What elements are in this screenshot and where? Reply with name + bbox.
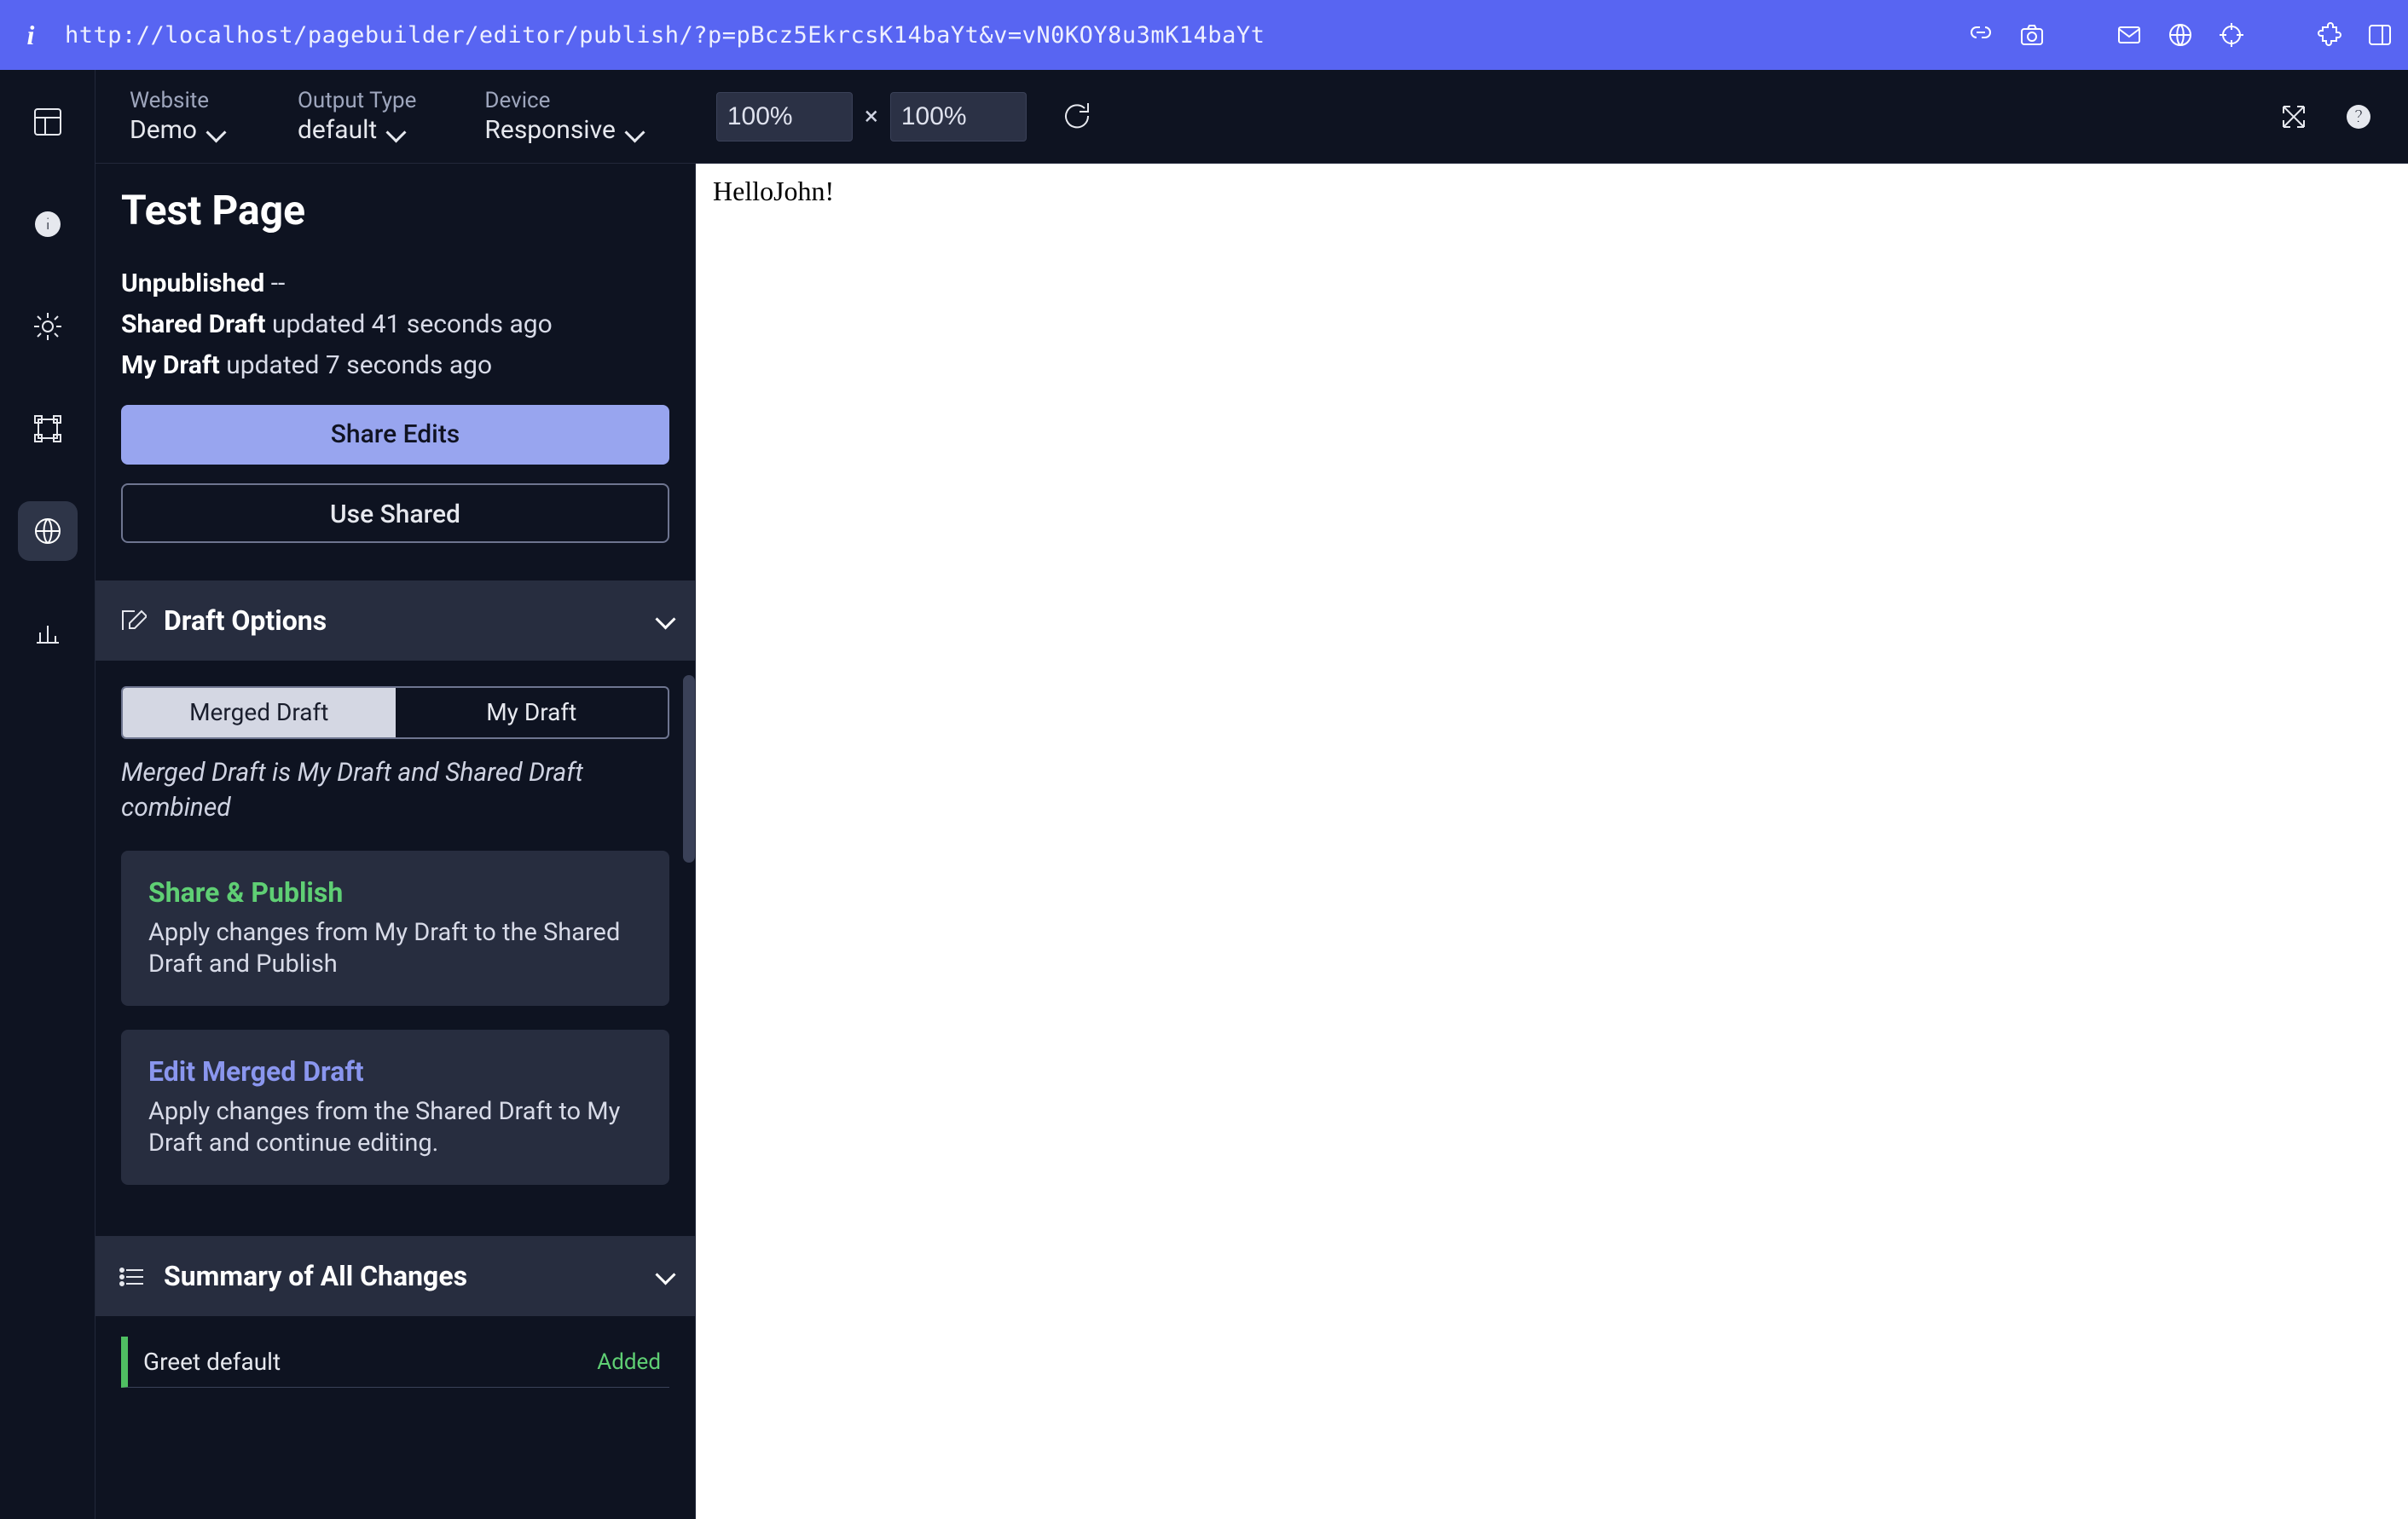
edit-merged-card[interactable]: Edit Merged Draft Apply changes from the… [121, 1030, 669, 1185]
chevron-down-icon [209, 120, 229, 141]
rail-structure-button[interactable] [18, 399, 78, 459]
output-type-dropdown[interactable]: Output Type default [298, 88, 416, 145]
share-publish-card[interactable]: Share & Publish Apply changes from My Dr… [121, 851, 669, 1006]
columns: Test Page Unpublished -- Shared Draft up… [96, 164, 2408, 1519]
page-preview: HelloJohn! [696, 164, 2408, 1519]
viewport-width-input[interactable] [716, 92, 853, 142]
change-label: Greet default [143, 1348, 281, 1376]
share-publish-body: Apply changes from My Draft to the Share… [148, 917, 642, 980]
svg-text:?: ? [2354, 107, 2364, 128]
url-text[interactable]: http://localhost/pagebuilder/editor/publ… [65, 22, 1949, 49]
rail-settings-button[interactable] [18, 297, 78, 356]
viewport-size: × [716, 92, 1091, 142]
chevron-down-icon [628, 120, 648, 141]
bounding-box-icon [30, 411, 66, 447]
mail-icon[interactable] [2115, 20, 2144, 49]
info-icon: i [30, 206, 66, 242]
chevron-down-icon [389, 120, 409, 141]
change-row[interactable]: Greet default Added [121, 1337, 669, 1388]
status-my-draft: My Draft updated 7 seconds ago [121, 345, 669, 386]
sidepanel-scrollbar[interactable] [683, 675, 695, 863]
website-dropdown[interactable]: Website Demo [130, 88, 229, 145]
help-icon[interactable]: ? [2343, 101, 2374, 132]
share-publish-title: Share & Publish [148, 876, 642, 909]
draft-options-section[interactable]: Draft Options [96, 580, 695, 661]
crosshair-icon[interactable] [2217, 20, 2246, 49]
change-status: Added [597, 1349, 661, 1375]
toolbar-right: ? [2278, 101, 2374, 132]
device-dropdown[interactable]: Device Responsive [484, 88, 647, 145]
viewport-separator: × [865, 101, 878, 131]
browser-url-bar: i http://localhost/pagebuilder/editor/pu… [0, 0, 2408, 70]
edit-merged-title: Edit Merged Draft [148, 1055, 642, 1088]
publish-sidepanel: Test Page Unpublished -- Shared Draft up… [96, 164, 696, 1519]
link-icon[interactable] [1966, 20, 1995, 49]
rail-info-button[interactable]: i [18, 194, 78, 254]
status-unpublished: Unpublished -- [121, 263, 669, 304]
globe-icon[interactable] [2166, 20, 2195, 49]
device-label: Device [484, 88, 647, 113]
merged-draft-note: Merged Draft is My Draft and Shared Draf… [96, 756, 695, 839]
bar-chart-icon [30, 615, 66, 651]
svg-text:i: i [44, 213, 49, 234]
summary-section[interactable]: Summary of All Changes [96, 1236, 695, 1316]
gear-icon [30, 309, 66, 344]
page-info-icon[interactable]: i [14, 20, 48, 51]
rail-publish-button[interactable] [18, 501, 78, 561]
output-type-label: Output Type [298, 88, 416, 113]
refresh-button[interactable] [1061, 100, 1091, 134]
chevron-down-icon [658, 1260, 673, 1292]
website-value: Demo [130, 115, 197, 145]
workbench: Website Demo Output Type default Device … [96, 70, 2408, 1519]
status-shared-draft: Shared Draft updated 41 seconds ago [121, 304, 669, 345]
share-edits-button[interactable]: Share Edits [121, 405, 669, 465]
list-icon [118, 1262, 147, 1291]
page-title: Test Page [121, 186, 669, 234]
device-value: Responsive [484, 115, 615, 145]
output-type-value: default [298, 115, 377, 145]
refresh-icon [1061, 100, 1091, 130]
rail-analytics-button[interactable] [18, 604, 78, 663]
globe-outline-icon [30, 513, 66, 549]
summary-label: Summary of All Changes [164, 1260, 467, 1292]
layout-icon [30, 104, 66, 140]
edit-merged-body: Apply changes from the Shared Draft to M… [148, 1096, 642, 1159]
viewport-height-input[interactable] [890, 92, 1027, 142]
app-shell: i Website Demo Output Type [0, 70, 2408, 1519]
edit-icon [118, 606, 147, 635]
website-label: Website [130, 88, 229, 113]
puzzle-icon[interactable] [2314, 20, 2343, 49]
rail-layout-button[interactable] [18, 92, 78, 152]
draft-view-segmented: Merged Draft My Draft [121, 686, 669, 739]
seg-merged-draft[interactable]: Merged Draft [123, 688, 396, 737]
draft-options-label: Draft Options [164, 604, 327, 637]
preview-text: HelloJohn! [713, 176, 834, 206]
chevron-down-icon [658, 604, 673, 637]
use-shared-button[interactable]: Use Shared [121, 483, 669, 543]
top-toolbar: Website Demo Output Type default Device … [96, 70, 2408, 164]
camera-icon[interactable] [2017, 20, 2046, 49]
left-icon-rail: i [0, 70, 96, 1519]
expand-icon[interactable] [2278, 101, 2309, 132]
urlbar-icon-row [1966, 20, 2394, 49]
seg-my-draft[interactable]: My Draft [396, 688, 669, 737]
panel-icon[interactable] [2365, 20, 2394, 49]
